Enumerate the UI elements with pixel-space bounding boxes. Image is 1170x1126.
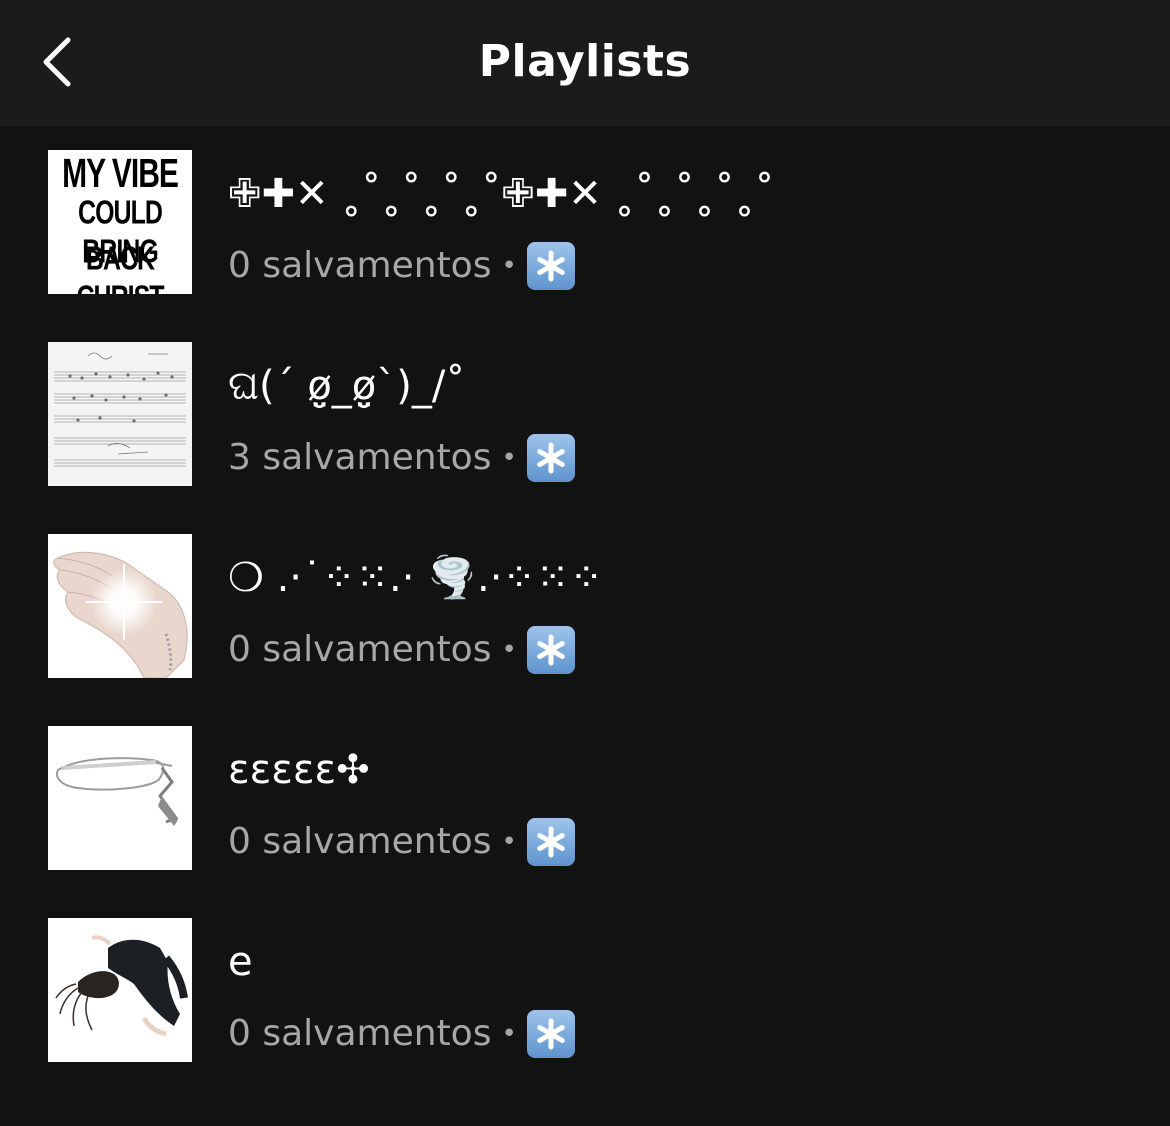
playlist-row[interactable]: ɛɛɛɛɛ✣ 0 salvamentos • [0, 702, 1170, 872]
save-count: 0 salvamentos [228, 629, 492, 670]
asterisk-icon [526, 434, 575, 482]
playlist-name: ❍ .·˙⁘⁙.· 🌪️.·⁘⁙⁘ [228, 555, 603, 601]
playlist-row[interactable]: e 0 salvamentos • [0, 894, 1170, 1064]
glowing-hand-image [48, 534, 192, 678]
playlist-meta: 0 salvamentos • [228, 626, 575, 674]
playlist-name: ✙✚✕ ˳˚˳˚˳˚˳˚✙✚✕ ˳˚˳˚˳˚˳˚ [228, 171, 775, 217]
asterisk-icon [526, 242, 575, 290]
playlist-row[interactable]: ଘ(´ ø̤̮_ø̤̮`)_/˚ 3 salvamentos • [0, 318, 1170, 488]
cover-text-line: MY VIBE [62, 152, 179, 197]
separator-dot: • [501, 1019, 517, 1049]
save-count: 0 salvamentos [228, 821, 492, 862]
playlist-name: ଘ(´ ø̤̮_ø̤̮`)_/˚ [228, 363, 466, 409]
playlist-meta: 3 salvamentos • [228, 434, 575, 482]
page-title: Playlists [478, 36, 692, 87]
playlist-cover [48, 918, 192, 1062]
playlist-name: ɛɛɛɛɛ✣ [228, 747, 370, 793]
save-count: 3 salvamentos [228, 437, 492, 478]
cover-text-line: BACK CHRIST [76, 239, 164, 294]
playlist-cover [48, 534, 192, 678]
top-bar: Playlists [0, 0, 1170, 126]
separator-dot: • [501, 443, 517, 473]
save-count: 0 salvamentos [228, 1013, 492, 1054]
separator-dot: • [501, 251, 517, 281]
playlist-meta: 0 salvamentos • [228, 818, 575, 866]
playlist-meta: 0 salvamentos • [228, 242, 575, 290]
playlist-name: e [228, 939, 253, 985]
playlist-cover: MY VIBE COULD BRING BACK CHRIST [48, 150, 192, 294]
sheet-music-image [48, 342, 192, 486]
asterisk-icon [526, 626, 575, 674]
playlist-cover [48, 342, 192, 486]
save-count: 0 salvamentos [228, 245, 492, 286]
asterisk-icon [526, 1010, 575, 1058]
playlist-meta: 0 salvamentos • [228, 1010, 575, 1058]
separator-dot: • [501, 827, 517, 857]
person-lying-image [48, 918, 192, 1062]
asterisk-icon [526, 818, 575, 866]
rimless-glasses-image [48, 726, 192, 870]
playlist-row[interactable]: ❍ .·˙⁘⁙.· 🌪️.·⁘⁙⁘ 0 salvamentos • [0, 510, 1170, 680]
playlist-row[interactable]: MY VIBE COULD BRING BACK CHRIST ✙✚✕ ˳˚˳˚… [0, 126, 1170, 296]
playlist-cover [48, 726, 192, 870]
separator-dot: • [501, 635, 517, 665]
